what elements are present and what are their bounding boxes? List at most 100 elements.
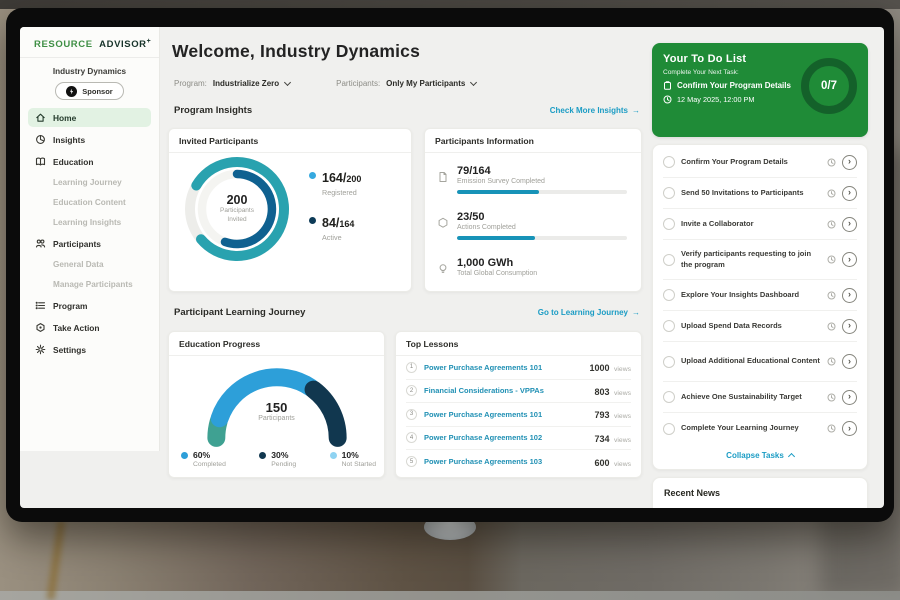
legend-dot — [259, 452, 266, 459]
task-row[interactable]: Achieve One Sustainability Target › — [663, 382, 857, 413]
sidebar-item-education-content[interactable]: Education Content — [28, 194, 151, 211]
task-deadline-icon — [827, 393, 836, 402]
todo-due-label: 12 May 2025, 12:00 PM — [677, 95, 754, 104]
legend-pct: 10% — [342, 450, 376, 460]
sidebar-item-label: General Data — [53, 260, 104, 269]
task-deadline-icon — [827, 220, 836, 229]
task-open-button[interactable]: › — [842, 252, 857, 267]
legend-item-completed: 60% Completed — [181, 450, 226, 468]
task-row[interactable]: Complete Your Learning Journey › — [663, 413, 857, 444]
chevron-right-icon: › — [848, 423, 851, 433]
program-filter-value: Industrialize Zero — [213, 79, 279, 88]
sidebar-item-home[interactable]: Home — [28, 108, 151, 127]
program-filter-dropdown[interactable]: Program: Industrialize Zero — [174, 79, 290, 88]
chevron-up-icon — [788, 453, 795, 460]
task-open-button[interactable]: › — [842, 186, 857, 201]
lesson-link[interactable]: Financial Considerations - VPPAs — [424, 386, 588, 395]
sponsor-badge: Sponsor — [55, 82, 123, 100]
task-open-button[interactable]: › — [842, 421, 857, 436]
sidebar-item-take-action[interactable]: Take Action — [28, 318, 151, 337]
lesson-link[interactable]: Power Purchase Agreements 101 — [424, 363, 583, 372]
clock-icon — [663, 95, 672, 104]
task-open-button[interactable]: › — [842, 155, 857, 170]
sidebar-item-participants[interactable]: Participants — [28, 234, 151, 253]
task-checkbox[interactable] — [663, 156, 675, 168]
task-checkbox[interactable] — [663, 254, 675, 266]
invited-donut-chart: 200 Participants Invited — [179, 151, 295, 267]
task-checkbox[interactable] — [663, 187, 675, 199]
lesson-views-suffix: views — [614, 390, 631, 397]
chevron-down-icon — [284, 78, 291, 85]
sidebar: RESOURCE ADVISOR+ Industry Dynamics Spon… — [20, 27, 160, 451]
task-open-button[interactable]: › — [842, 354, 857, 369]
legend-dot — [181, 452, 188, 459]
task-row[interactable]: Confirm Your Program Details › — [663, 147, 857, 178]
lesson-link[interactable]: Power Purchase Agreements 103 — [424, 457, 588, 466]
go-to-learning-journey-link[interactable]: Go to Learning Journey → — [538, 308, 640, 317]
legend-label: Active — [322, 233, 354, 242]
task-checkbox[interactable] — [663, 423, 675, 435]
todo-next-task-label: Confirm Your Program Details — [677, 81, 791, 90]
task-checkbox[interactable] — [663, 218, 675, 230]
task-checkbox[interactable] — [663, 289, 675, 301]
task-row[interactable]: Invite a Collaborator › — [663, 209, 857, 240]
lesson-link[interactable]: Power Purchase Agreements 102 — [424, 433, 588, 442]
lesson-rank-badge: 5 — [406, 456, 417, 467]
sidebar-item-learning-insights[interactable]: Learning Insights — [28, 214, 151, 231]
lesson-rank-badge: 3 — [406, 409, 417, 420]
task-label: Confirm Your Program Details — [681, 157, 821, 167]
legend-value: 164/ — [322, 171, 346, 185]
sidebar-item-program[interactable]: Program — [28, 296, 151, 315]
sidebar-nav: Home Insights Education Learning Journey… — [20, 108, 159, 359]
list-icon — [35, 300, 46, 311]
chevron-right-icon: › — [848, 356, 851, 366]
legend-item-active: 84/164 Active — [309, 214, 361, 242]
gauge-center-caption: Participants — [194, 415, 360, 422]
sidebar-item-label: Home — [53, 113, 76, 123]
task-open-button[interactable]: › — [842, 288, 857, 303]
task-open-button[interactable]: › — [842, 390, 857, 405]
legend-item-registered: 164/200 Registered — [309, 169, 361, 197]
sidebar-item-learning-journey[interactable]: Learning Journey — [28, 174, 151, 191]
logo-text-primary: RESOURCE — [34, 39, 93, 50]
donut-center-caption: Participants — [220, 207, 254, 216]
legend-label: Not Started — [342, 461, 376, 468]
donut-center-value: 200 — [227, 193, 248, 207]
task-row[interactable]: Explore Your Insights Dashboard › — [663, 280, 857, 311]
task-checkbox[interactable] — [663, 391, 675, 403]
sidebar-item-settings[interactable]: Settings — [28, 340, 151, 359]
todo-panel: Your To Do List Complete Your Next Task:… — [652, 43, 868, 508]
card-title: Top Lessons — [396, 332, 641, 356]
todo-header-card: Your To Do List Complete Your Next Task:… — [652, 43, 868, 137]
education-legend: 60% Completed 30% Pending 10% Not Starte… — [181, 450, 376, 468]
sidebar-item-insights[interactable]: Insights — [28, 130, 151, 149]
sidebar-item-general-data[interactable]: General Data — [28, 256, 151, 273]
task-open-button[interactable]: › — [842, 319, 857, 334]
lesson-link[interactable]: Power Purchase Agreements 101 — [424, 410, 588, 419]
lesson-views: 734 — [595, 434, 610, 444]
lesson-rank-badge: 1 — [406, 362, 417, 373]
sidebar-item-manage-participants[interactable]: Manage Participants — [28, 276, 151, 293]
task-checkbox[interactable] — [663, 356, 675, 368]
sidebar-item-label: Education — [53, 157, 93, 167]
participants-filter-dropdown[interactable]: Participants: Only My Participants — [336, 79, 476, 88]
task-row[interactable]: Send 50 Invitations to Participants › — [663, 178, 857, 209]
task-open-button[interactable]: › — [842, 217, 857, 232]
task-row[interactable]: Verify participants requesting to join t… — [663, 240, 857, 280]
collapse-tasks-link[interactable]: Collapse Tasks — [653, 444, 867, 467]
insights-icon — [35, 134, 46, 145]
main-content: Welcome, Industry Dynamics Program: Indu… — [160, 27, 652, 508]
task-row[interactable]: Upload Additional Educational Content › — [663, 342, 857, 382]
task-deadline-icon — [827, 255, 836, 264]
participants-filter-label: Participants: — [336, 79, 380, 88]
legend-pct: 60% — [193, 450, 226, 460]
top-lessons-card: Top Lessons 1 Power Purchase Agreements … — [395, 331, 642, 478]
people-icon — [35, 238, 46, 249]
task-checkbox[interactable] — [663, 320, 675, 332]
check-more-insights-link[interactable]: Check More Insights → — [550, 106, 640, 115]
sidebar-item-label: Settings — [53, 345, 86, 355]
task-row[interactable]: Upload Spend Data Records › — [663, 311, 857, 342]
sidebar-item-education[interactable]: Education — [28, 152, 151, 171]
link-label: Go to Learning Journey — [538, 308, 628, 317]
lesson-row: 1 Power Purchase Agreements 101 1000 vie… — [406, 356, 631, 380]
